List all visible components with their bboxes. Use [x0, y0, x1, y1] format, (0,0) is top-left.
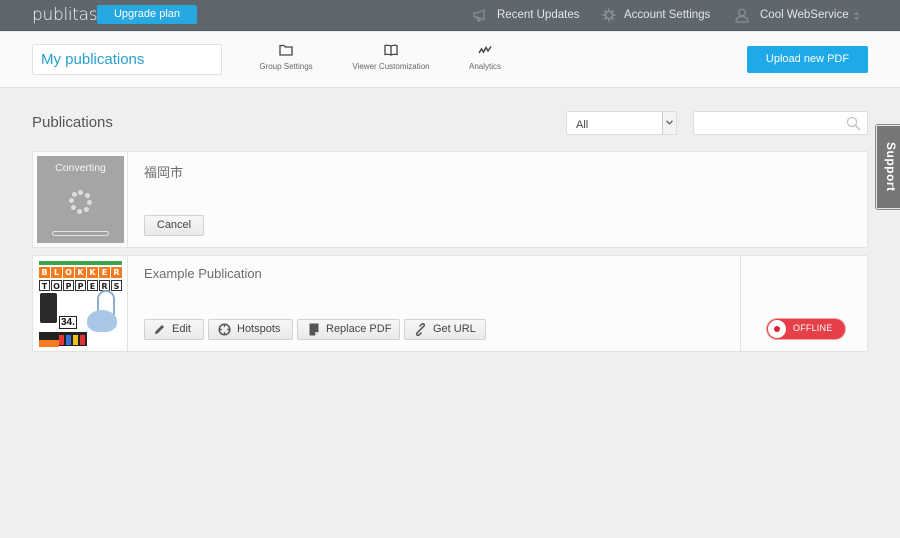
edit-button[interactable]: Edit: [144, 319, 204, 340]
get-url-label: Get URL: [433, 323, 476, 335]
account-settings-label: Account Settings: [624, 9, 711, 21]
user-name: Cool WebService: [760, 9, 849, 21]
get-url-button[interactable]: Get URL: [404, 319, 486, 340]
crosshair-icon: [218, 323, 231, 336]
cover-price: 34.: [59, 316, 77, 329]
publication-filter-select[interactable]: All: [566, 111, 677, 135]
search-icon[interactable]: [846, 116, 861, 131]
search-field[interactable]: [693, 111, 868, 135]
sort-arrows-icon: [853, 11, 860, 21]
hotspots-label: Hotspots: [237, 323, 281, 335]
cover-subheadline: TOPPERS: [39, 280, 122, 291]
group-settings-tool[interactable]: Group Settings: [255, 44, 317, 71]
search-input[interactable]: [698, 114, 843, 132]
megaphone-icon: [473, 9, 485, 22]
analytics-label: Analytics: [468, 62, 501, 71]
publication-cover-image[interactable]: BLOKKER TOPPERS 34.: [37, 260, 124, 347]
cancel-button[interactable]: Cancel: [144, 215, 204, 236]
viewer-customization-tool[interactable]: Viewer Customization: [345, 44, 437, 71]
publication-card: BLOKKER TOPPERS 34. Example Publication …: [32, 255, 868, 352]
publication-title[interactable]: 福岡市: [144, 162, 183, 181]
toggle-knob: [768, 320, 786, 338]
upload-new-pdf-button[interactable]: Upload new PDF: [747, 46, 868, 73]
recent-updates-link[interactable]: Recent Updates: [473, 0, 593, 31]
conversion-progress-bar: [52, 231, 109, 236]
online-status-toggle[interactable]: OFFLINE: [767, 319, 845, 339]
publication-status-column: OFFLINE: [740, 256, 867, 351]
cover-headline: BLOKKER: [39, 267, 122, 278]
publication-thumbnail[interactable]: BLOKKER TOPPERS 34.: [33, 256, 128, 351]
viewer-customization-label: Viewer Customization: [352, 62, 430, 71]
analytics-tool[interactable]: Analytics: [462, 44, 508, 71]
replace-pdf-button[interactable]: Replace PDF: [297, 319, 400, 340]
filter-dropdown-toggle[interactable]: [662, 112, 676, 134]
group-name-selector[interactable]: My publications: [32, 44, 222, 75]
publication-title[interactable]: Example Publication: [144, 266, 262, 281]
status-label: OFFLINE: [793, 323, 833, 333]
folder-icon: [279, 44, 293, 56]
pencil-icon: [155, 325, 164, 334]
user-icon: [735, 8, 749, 23]
analytics-icon: [478, 45, 492, 54]
upgrade-plan-button[interactable]: Upgrade plan: [97, 5, 197, 24]
top-bar: publitas Upgrade plan Recent Updates Acc…: [0, 0, 900, 31]
recent-updates-label: Recent Updates: [497, 9, 580, 21]
account-settings-link[interactable]: Account Settings: [602, 0, 722, 31]
converting-placeholder: Converting: [37, 156, 124, 243]
edit-label: Edit: [172, 323, 191, 335]
chevron-down-icon: [666, 120, 673, 125]
group-header: My publications Group Settings Viewer Cu…: [0, 32, 900, 88]
loading-spinner-icon: [69, 190, 93, 214]
user-menu[interactable]: Cool WebService: [735, 0, 865, 31]
publication-thumbnail: Converting: [33, 152, 128, 247]
publication-card: Converting 福岡市 Cancel: [32, 151, 868, 248]
publitas-logo[interactable]: publitas: [32, 5, 98, 25]
link-icon: [415, 323, 426, 336]
book-icon: [384, 44, 398, 56]
hotspots-button[interactable]: Hotspots: [208, 319, 293, 340]
filter-selected-value: All: [576, 119, 589, 131]
gear-icon: [602, 8, 616, 22]
document-icon: [309, 323, 319, 336]
replace-pdf-label: Replace PDF: [326, 323, 392, 335]
group-settings-label: Group Settings: [259, 62, 313, 71]
support-label: Support: [884, 142, 898, 192]
page-title: Publications: [32, 114, 113, 131]
support-tab[interactable]: Support: [875, 124, 900, 210]
converting-status: Converting: [55, 162, 106, 174]
